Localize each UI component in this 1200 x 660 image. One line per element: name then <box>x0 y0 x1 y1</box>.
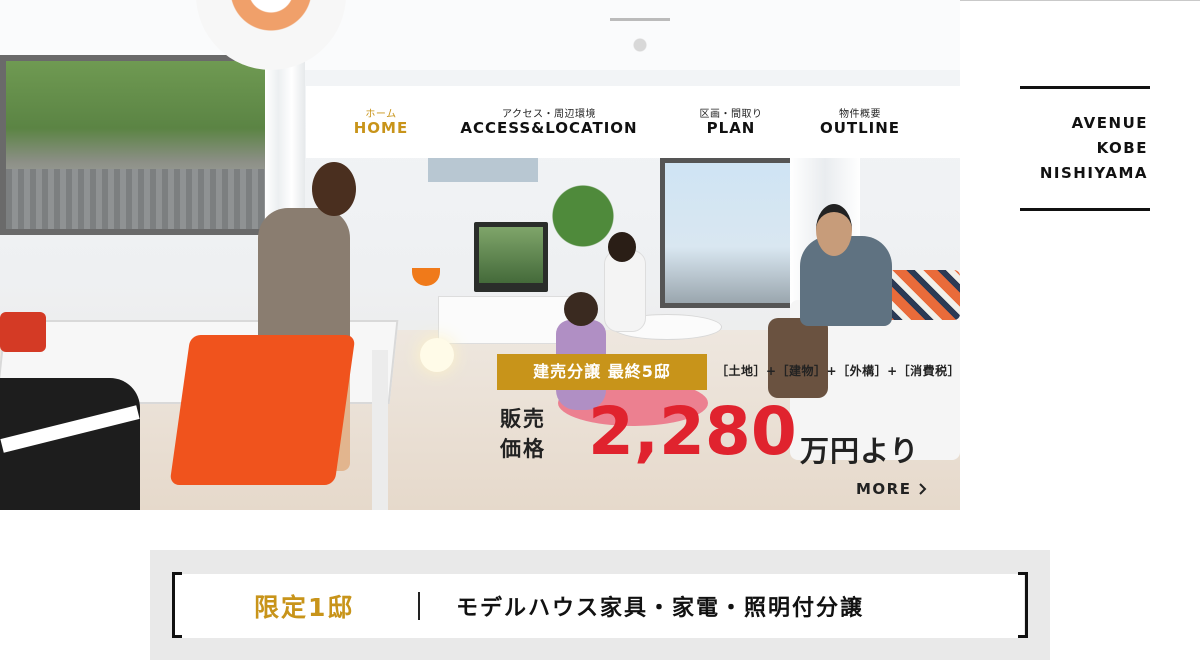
logo-rule-bottom <box>1020 208 1150 211</box>
price-label-line2: 価格 <box>500 437 546 461</box>
more-label: MORE <box>856 480 912 498</box>
banner-headline: モデルハウス家具・家電・照明付分譲 <box>456 596 865 621</box>
logo-line-kobe: KOBE <box>1096 139 1148 157</box>
price-label-line1: 販売 <box>500 407 546 431</box>
more-link[interactable]: MORE <box>856 480 928 498</box>
nav-item-en-label: ACCESS&LOCATION <box>460 119 638 137</box>
limited-model-house-banner[interactable]: 限定1邸 モデルハウス家具・家電・照明付分譲 <box>150 550 1050 660</box>
chevron-right-icon <box>918 480 928 498</box>
sale-badge: 建売分譲 最終5邸 <box>497 354 707 390</box>
nav-item-en-label: OUTLINE <box>819 119 901 137</box>
bracket-left <box>172 572 182 638</box>
price-breakdown-note: ［土地］+［建物］+［外構］+［消費税］ <box>716 364 961 378</box>
nav-item-en-label: HOME <box>353 119 409 137</box>
television <box>474 222 548 292</box>
black-chair <box>0 378 140 510</box>
man-figure <box>800 236 892 326</box>
global-nav: ホーム HOME アクセス・周辺環境 ACCESS&LOCATION 区画・間取… <box>306 86 960 158</box>
nav-item-home[interactable]: ホーム HOME <box>346 86 416 158</box>
nav-item-jp-label: 区画・間取り <box>699 109 763 120</box>
window-right <box>660 158 800 308</box>
site-logo[interactable]: AVENUE KOBE NISHIYAMA <box>1020 86 1150 211</box>
logo-rule-top <box>1020 86 1150 89</box>
nav-item-access-location[interactable]: アクセス・周辺環境 ACCESS&LOCATION <box>454 86 644 158</box>
orange-chair <box>169 335 356 485</box>
bracket-right <box>1018 572 1028 638</box>
price-unit: 万円より <box>800 434 920 468</box>
price-label: 販売 価格 <box>500 404 560 464</box>
limited-text: 限定1邸 <box>254 593 355 622</box>
nav-item-outline[interactable]: 物件概要 OUTLINE <box>806 86 914 158</box>
logo-line-nishiyama: NISHIYAMA <box>1039 164 1148 182</box>
nav-item-en-label: PLAN <box>706 119 756 137</box>
nav-item-plan[interactable]: 区画・間取り PLAN <box>686 86 776 158</box>
nav-item-jp-label: ホーム <box>365 109 397 120</box>
nav-item-jp-label: 物件概要 <box>839 109 881 120</box>
price-value: 2,280 <box>588 393 797 470</box>
window-left <box>0 55 280 235</box>
nav-item-jp-label: アクセス・周辺環境 <box>502 109 596 120</box>
logo-line-avenue: AVENUE <box>1071 114 1148 132</box>
boy-figure <box>604 250 646 332</box>
banner-divider <box>418 592 420 620</box>
